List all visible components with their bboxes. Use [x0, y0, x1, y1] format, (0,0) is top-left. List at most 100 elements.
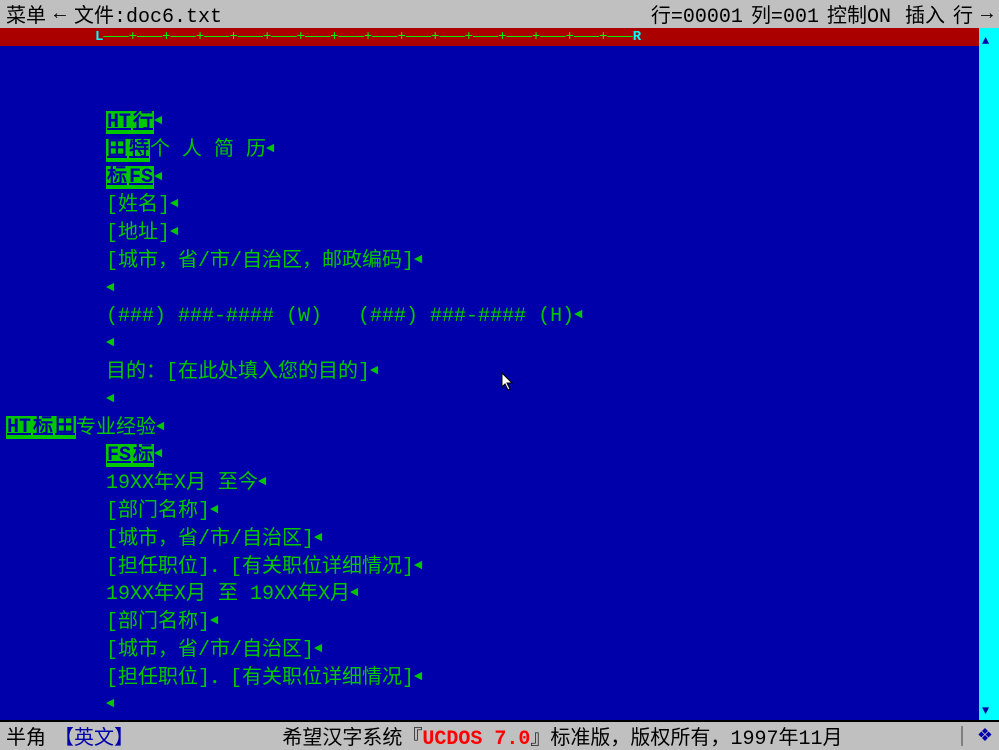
editor-line[interactable]: [担任职位]．[有关职位详细情况]◄ [106, 553, 979, 581]
eol-mark-icon: ◄ [370, 363, 378, 379]
eol-mark-icon: ◄ [156, 419, 164, 435]
format-tag: FS [128, 166, 154, 189]
editor-line[interactable]: 田特个 人 简 历◄ [106, 136, 979, 164]
line-indicator: 行 [949, 0, 977, 29]
text-area[interactable]: HT行◄田特个 人 简 历◄标FS◄[姓名]◄[地址]◄[城市，省/市/自治区，… [6, 46, 979, 720]
editor-line[interactable]: ◄ [106, 386, 979, 414]
editor-line[interactable]: [担任职位]．[有关职位详细情况]◄ [106, 664, 979, 692]
system-name: UCDOS 7.0 [422, 728, 530, 750]
file-label[interactable]: 文件:doc6.txt [70, 0, 226, 29]
text-run: [地址] [106, 222, 170, 245]
insert-indicator: 插入 [901, 0, 949, 29]
eol-mark-icon: ◄ [266, 141, 274, 157]
ime-open-bracket: 【 [54, 721, 74, 750]
format-tag: HT [6, 416, 32, 439]
scroll-up-icon[interactable] [979, 28, 999, 46]
format-tag: 标 [32, 416, 54, 439]
format-tag: FS [106, 444, 132, 467]
format-tag: 标 [106, 166, 128, 189]
editor-line[interactable]: ◄ [106, 275, 979, 303]
eol-mark-icon: ◄ [106, 280, 114, 296]
editor-line[interactable]: 19XX年X月 至 19XX年X月◄ [106, 580, 979, 608]
eol-mark-icon: ◄ [170, 196, 178, 212]
format-tag: 田 [54, 416, 76, 439]
editor-line[interactable]: ◄ [106, 691, 979, 719]
text-run: [部门名称] [106, 500, 210, 523]
app-screen: 菜单 ← 文件:doc6.txt 行=00001 列=001 控制ON 插入 行… [0, 0, 999, 750]
editor-line[interactable]: ◄ [106, 330, 979, 358]
eol-mark-icon: ◄ [574, 307, 582, 323]
eol-mark-icon: ◄ [314, 641, 322, 657]
file-word: 文件 [74, 6, 114, 29]
eol-mark-icon: ◄ [258, 474, 266, 490]
editor-line[interactable]: 19XX年X月 至今◄ [106, 469, 979, 497]
eol-mark-icon: ◄ [210, 502, 218, 518]
ime-mode[interactable]: 英文 [74, 721, 114, 750]
editor-line[interactable]: [城市，省/市/自治区，邮政编码]◄ [106, 247, 979, 275]
editor-line[interactable]: [地址]◄ [106, 219, 979, 247]
eol-mark-icon: ◄ [154, 446, 162, 462]
eol-mark-icon: ◄ [414, 558, 422, 574]
eol-mark-icon: ◄ [106, 391, 114, 407]
globe-icon[interactable]: ❖ [977, 725, 993, 747]
text-run: 个 人 简 历 [150, 139, 266, 162]
editor-line[interactable]: 标FS◄ [106, 164, 979, 192]
text-run: 19XX年X月 至 19XX年X月 [106, 583, 350, 606]
text-run: 19XX年X月 至今 [106, 472, 258, 495]
system-date: 1997年11月 [730, 728, 842, 750]
back-arrow-icon[interactable]: ← [50, 3, 70, 26]
eol-mark-icon: ◄ [106, 335, 114, 351]
text-run: [城市，省/市/自治区，邮政编码] [106, 250, 414, 273]
text-run: 专业经验 [76, 416, 156, 439]
editor-pane: HT行◄田特个 人 简 历◄标FS◄[姓名]◄[地址]◄[城市，省/市/自治区，… [0, 46, 999, 720]
col-indicator: 列=001 [747, 0, 823, 29]
text-run: [部门名称] [106, 611, 210, 634]
editor-line[interactable]: [部门名称]◄ [106, 608, 979, 636]
eol-mark-icon: ◄ [106, 696, 114, 712]
editor-line[interactable]: HT标田专业经验◄ [6, 414, 979, 442]
eol-mark-icon: ◄ [170, 224, 178, 240]
ruler-gutter [0, 28, 95, 46]
eol-mark-icon: ◄ [414, 669, 422, 685]
ruler-scale: L———+———+———+———+———+———+———+———+———+———… [95, 28, 979, 46]
system-banner: 希望汉字系统『UCDOS 7.0』标准版，版权所有，1997年11月 [174, 721, 951, 750]
status-separator [961, 726, 963, 746]
eol-mark-icon: ◄ [350, 585, 358, 601]
text-run: [担任职位]．[有关职位详细情况] [106, 666, 414, 689]
halfwidth-indicator: 半角 [6, 721, 46, 750]
editor-line[interactable]: [城市，省/市/自治区]◄ [106, 636, 979, 664]
eol-mark-icon: ◄ [210, 613, 218, 629]
text-run: [城市，省/市/自治区] [106, 639, 314, 662]
format-tag: 标 [132, 444, 154, 467]
text-run: [担任职位]．[有关职位详细情况] [106, 555, 414, 578]
menu-button[interactable]: 菜单 [2, 0, 50, 29]
text-run: [姓名] [106, 194, 170, 217]
row-indicator: 行=00001 [647, 0, 747, 29]
editor-line[interactable]: [城市，省/市/自治区]◄ [106, 525, 979, 553]
text-run: 目的：[在此处填入您的目的] [106, 361, 370, 384]
menu-bar: 菜单 ← 文件:doc6.txt 行=00001 列=001 控制ON 插入 行… [0, 0, 999, 28]
ruler: L———+———+———+———+———+———+———+———+———+———… [0, 28, 999, 46]
editor-line[interactable]: HT标田教育状况◄ [6, 719, 979, 720]
editor-line[interactable]: 目的：[在此处填入您的目的]◄ [106, 358, 979, 386]
file-name: :doc6.txt [114, 6, 222, 29]
eol-mark-icon: ◄ [154, 169, 162, 185]
editor-line[interactable]: [姓名]◄ [106, 191, 979, 219]
editor-line[interactable]: FS标◄ [106, 441, 979, 469]
editor-line[interactable]: HT行◄ [106, 108, 979, 136]
eol-mark-icon: ◄ [154, 113, 162, 129]
vertical-scrollbar[interactable] [979, 46, 999, 720]
editor-line[interactable]: (###) ###-#### (W) (###) ###-#### (H)◄ [106, 302, 979, 330]
format-tag: HT [106, 111, 132, 134]
forward-arrow-icon[interactable]: → [977, 3, 997, 26]
ruler-pattern: ———+———+———+———+———+———+———+———+———+———+… [103, 29, 632, 45]
editor-line[interactable]: [部门名称]◄ [106, 497, 979, 525]
format-tag: 特 [128, 139, 150, 162]
format-tag: 田 [106, 139, 128, 162]
eol-mark-icon: ◄ [414, 252, 422, 268]
text-run: (###) ###-#### (W) (###) ###-#### (H) [106, 305, 574, 328]
ime-close-bracket: 】 [114, 721, 134, 750]
ctrl-indicator: 控制ON [823, 0, 895, 29]
eol-mark-icon: ◄ [314, 530, 322, 546]
status-bar: 半角 【英文】 希望汉字系统『UCDOS 7.0』标准版，版权所有，1997年1… [0, 720, 999, 750]
